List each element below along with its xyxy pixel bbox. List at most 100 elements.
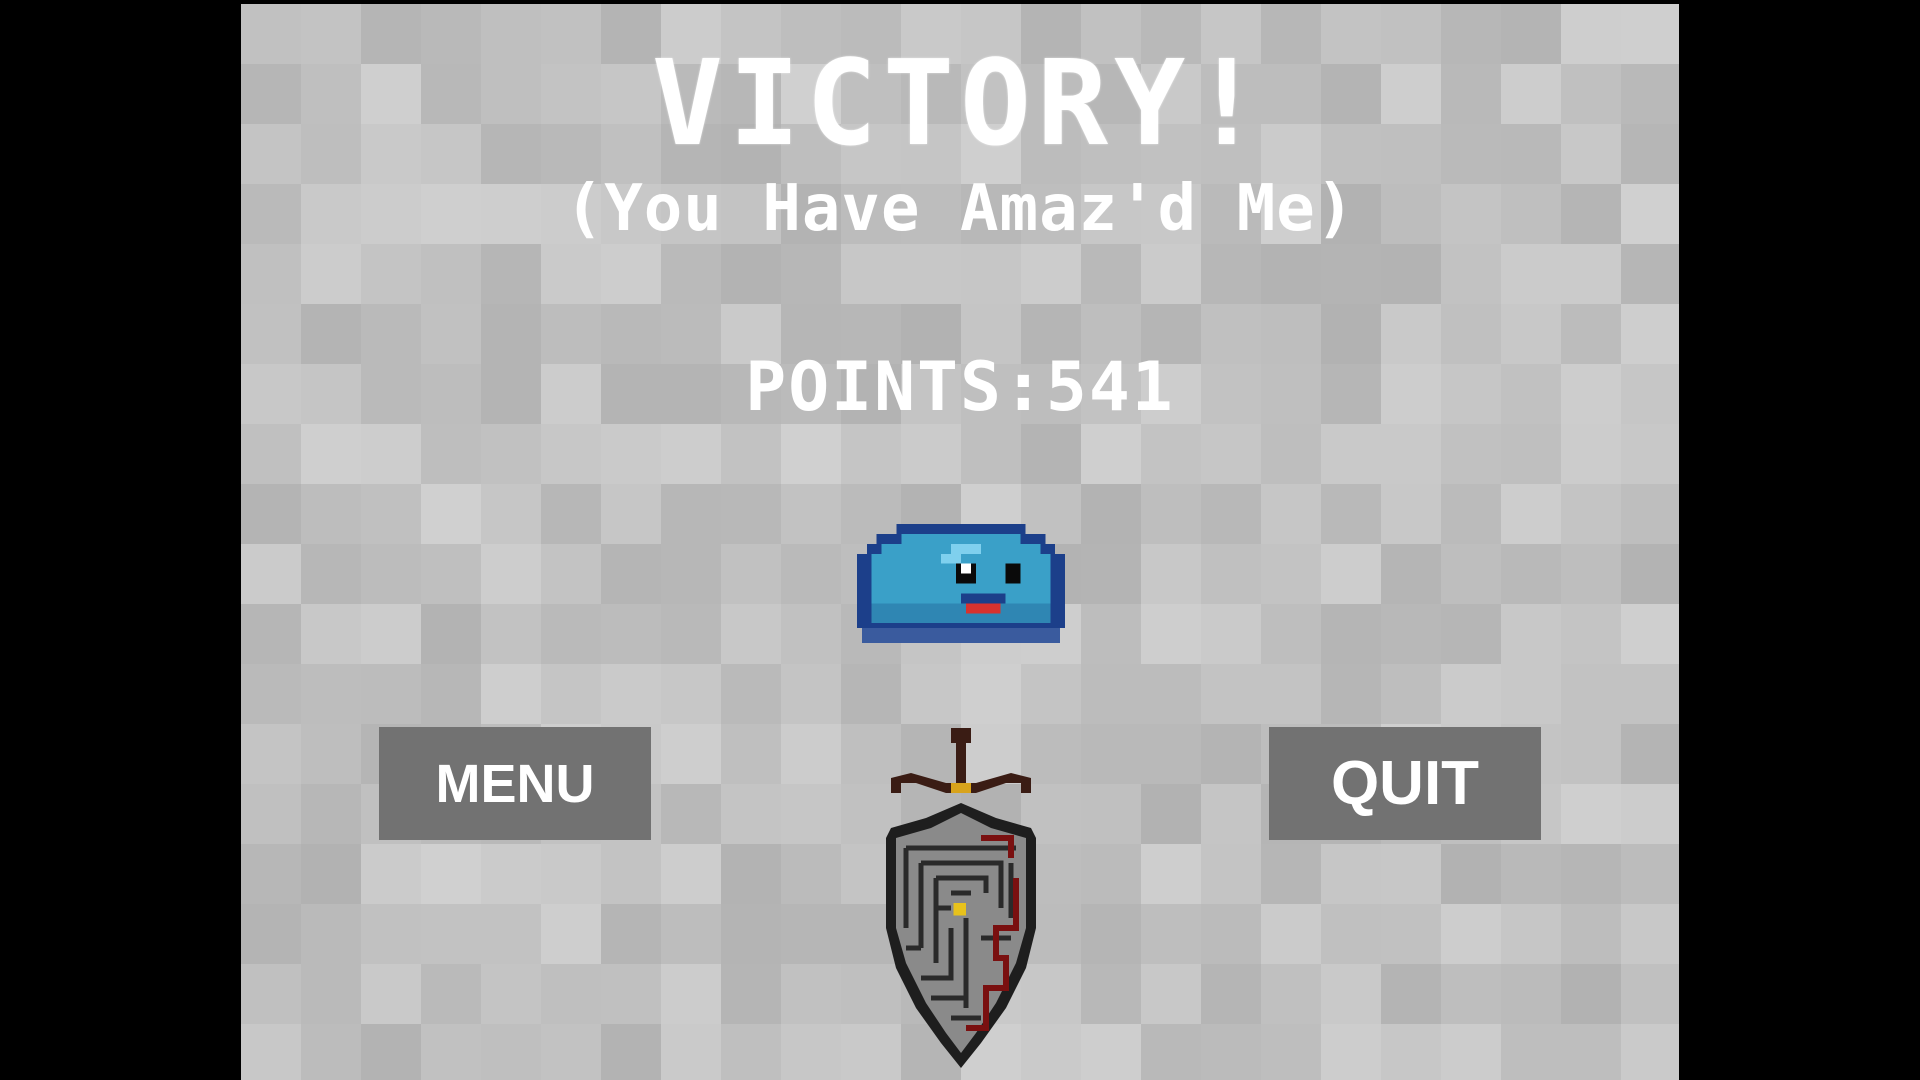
stone-tile — [1621, 844, 1679, 904]
stone-tile — [661, 904, 721, 964]
stone-tile — [1561, 604, 1621, 664]
stone-tile — [481, 844, 541, 904]
stone-tile — [601, 964, 661, 1024]
stone-tile — [241, 904, 301, 964]
stone-tile — [1321, 964, 1381, 1024]
stone-tile — [1621, 724, 1679, 784]
stone-tile — [1381, 544, 1441, 604]
stone-tile — [1501, 424, 1561, 484]
stone-tile — [901, 664, 961, 724]
stone-tile — [1501, 964, 1561, 1024]
stone-tile — [1141, 844, 1201, 904]
stone-tile — [721, 844, 781, 904]
stone-tile — [1321, 484, 1381, 544]
stone-tile — [1261, 1024, 1321, 1080]
stone-tile — [1141, 964, 1201, 1024]
stone-tile — [301, 904, 361, 964]
stone-tile — [1381, 964, 1441, 1024]
stone-tile — [1321, 844, 1381, 904]
stone-tile — [541, 964, 601, 1024]
stone-tile — [1561, 544, 1621, 604]
stone-tile — [1621, 904, 1679, 964]
stone-tile — [901, 244, 961, 304]
stone-tile — [421, 544, 481, 604]
stone-tile — [781, 244, 841, 304]
maze-shield-sword-icon — [886, 728, 1036, 1068]
stone-tile — [661, 724, 721, 784]
stone-tile — [601, 604, 661, 664]
stone-tile — [1141, 604, 1201, 664]
stone-tile — [241, 244, 301, 304]
stone-tile — [241, 964, 301, 1024]
stone-tile — [601, 484, 661, 544]
stone-tile — [421, 844, 481, 904]
stone-tile — [1381, 844, 1441, 904]
stone-tile — [1081, 784, 1141, 844]
stone-tile — [481, 964, 541, 1024]
menu-button[interactable]: MENU — [379, 727, 651, 840]
victory-panel: VICTORY! (You Have Amaz'd Me) POINTS:541 — [241, 4, 1679, 1080]
victory-subtitle: (You Have Amaz'd Me) — [564, 172, 1356, 246]
stone-tile — [781, 424, 841, 484]
stone-tile — [1441, 664, 1501, 724]
stone-tile — [541, 664, 601, 724]
stone-tile — [1561, 664, 1621, 724]
stone-tile — [1141, 244, 1201, 304]
stone-tile — [361, 424, 421, 484]
stone-tile — [1561, 904, 1621, 964]
stone-tile — [1261, 424, 1321, 484]
stone-tile — [301, 544, 361, 604]
stone-tile — [361, 1024, 421, 1080]
stone-tile — [901, 424, 961, 484]
stone-tile — [361, 604, 421, 664]
stone-tile — [1321, 424, 1381, 484]
stone-tile — [301, 784, 361, 844]
quit-button[interactable]: QUIT — [1269, 727, 1541, 840]
stone-tile — [1621, 1024, 1679, 1080]
stone-tile — [601, 424, 661, 484]
stone-tile — [661, 244, 721, 304]
stone-tile — [481, 484, 541, 544]
stone-tile — [1381, 424, 1441, 484]
stone-tile — [361, 664, 421, 724]
stone-tile — [841, 424, 901, 484]
stone-tile — [241, 604, 301, 664]
stone-tile — [1441, 964, 1501, 1024]
stone-tile — [1441, 904, 1501, 964]
stone-tile — [1081, 664, 1141, 724]
stone-tile — [421, 664, 481, 724]
stone-tile — [601, 904, 661, 964]
stone-tile — [241, 724, 301, 784]
stone-tile — [241, 844, 301, 904]
stone-tile — [1081, 544, 1141, 604]
stone-tile — [1081, 1024, 1141, 1080]
stone-tile — [1201, 784, 1261, 844]
stone-tile — [1381, 1024, 1441, 1080]
stone-tile — [301, 424, 361, 484]
stone-tile — [1141, 424, 1201, 484]
stone-tile — [1381, 664, 1441, 724]
stone-tile — [721, 784, 781, 844]
stone-tile — [1081, 904, 1141, 964]
stone-tile — [301, 244, 361, 304]
stone-tile — [481, 1024, 541, 1080]
stone-tile — [1201, 244, 1261, 304]
stone-tile — [781, 784, 841, 844]
stone-tile — [241, 424, 301, 484]
stone-tile — [1501, 844, 1561, 904]
stone-tile — [421, 604, 481, 664]
stone-tile — [1501, 1024, 1561, 1080]
stone-tile — [1561, 844, 1621, 904]
stone-tile — [1141, 1024, 1201, 1080]
stone-tile — [1441, 424, 1501, 484]
stone-tile — [1561, 1024, 1621, 1080]
stone-tile — [1081, 724, 1141, 784]
stone-tile — [1021, 244, 1081, 304]
stone-tile — [1621, 604, 1679, 664]
stone-tile — [421, 244, 481, 304]
stone-tile — [781, 544, 841, 604]
stone-tile — [541, 604, 601, 664]
stone-tile — [1201, 424, 1261, 484]
stone-tile — [541, 544, 601, 604]
stone-tile — [481, 544, 541, 604]
